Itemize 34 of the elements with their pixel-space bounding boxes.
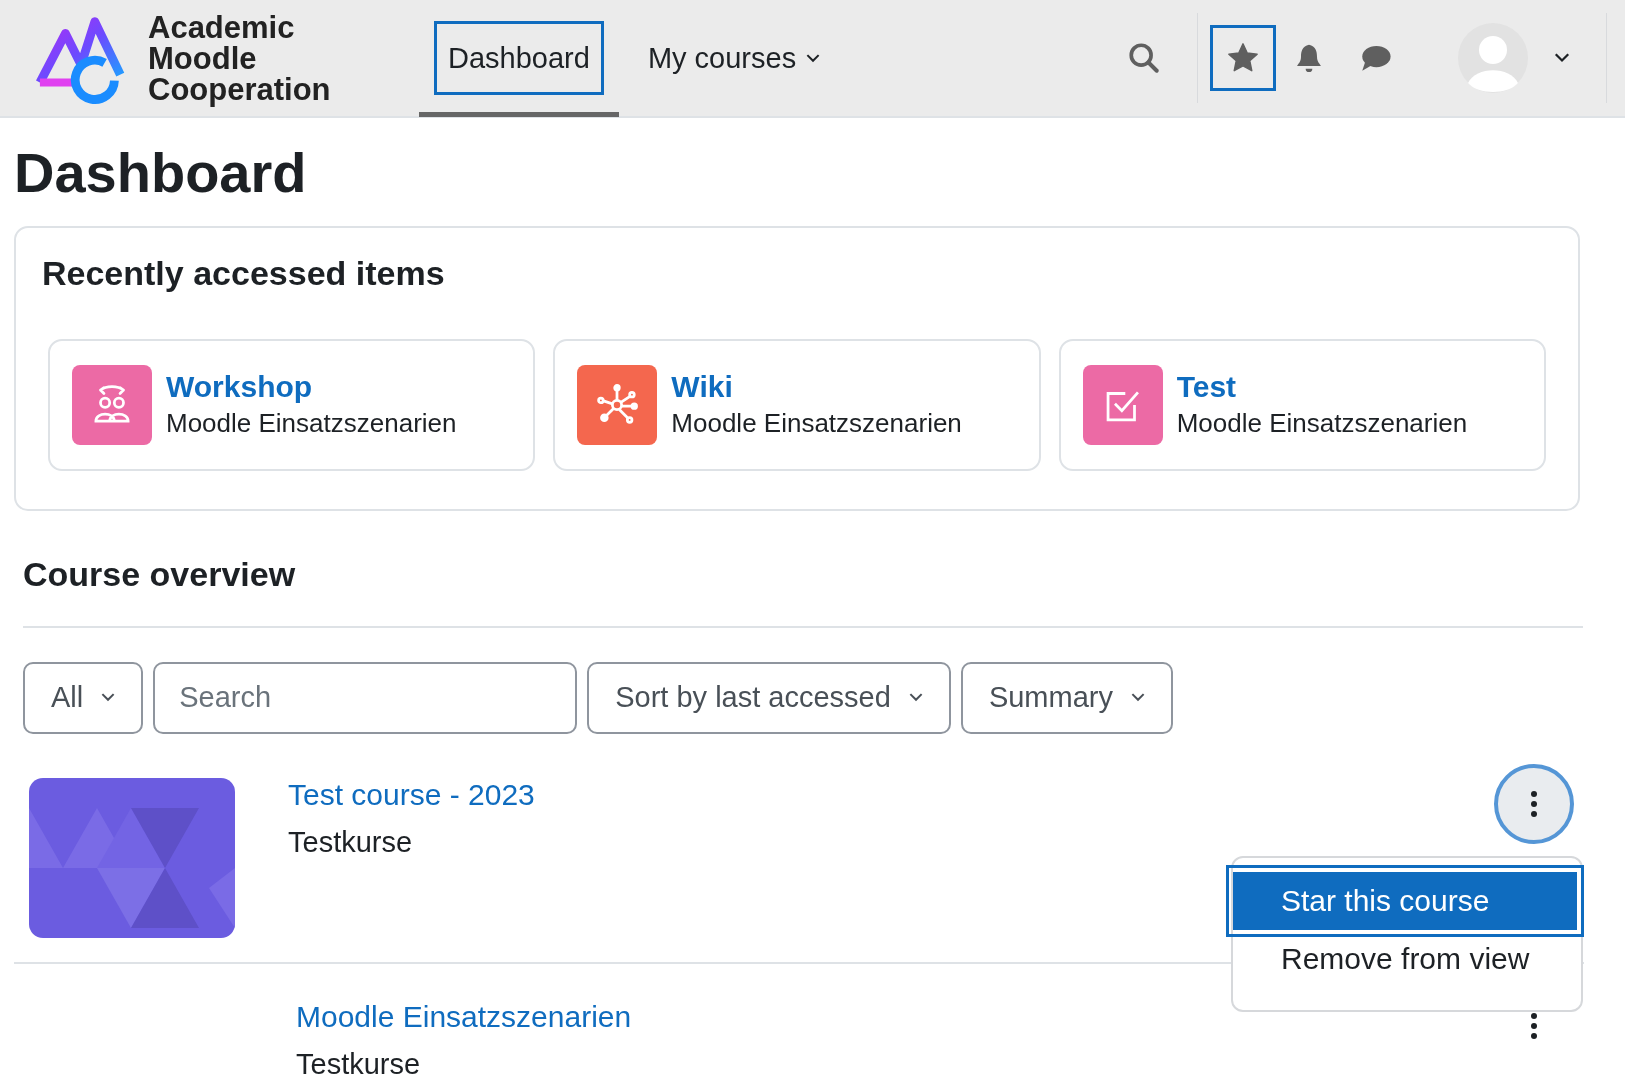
menu-item[interactable]: Star this course	[1233, 871, 1577, 930]
nav-tab[interactable]: My courses	[625, 0, 843, 117]
activity-link[interactable]: Test	[1176, 370, 1468, 405]
course-category: Testkurse	[296, 1047, 422, 1081]
section-title: Recently accessed items	[42, 253, 446, 293]
activity-link[interactable]: Wiki	[671, 370, 962, 405]
starred-button[interactable]	[1210, 25, 1276, 91]
caret-icon	[908, 693, 923, 703]
course-category: Testkurse	[288, 825, 414, 859]
caret-icon	[806, 53, 821, 63]
recent-item-card[interactable]: Test Moodle Einsatzszenarien	[1058, 338, 1546, 471]
search-icon	[1127, 41, 1161, 75]
filter-dropdown[interactable]: Summary	[960, 661, 1173, 734]
course-name: Moodle Einsatzszenarien	[1176, 408, 1468, 440]
caret-icon[interactable]	[1554, 53, 1570, 63]
section-title: Course overview	[23, 554, 297, 594]
course-name: Moodle Einsatzszenarien	[671, 408, 962, 440]
caret-icon	[101, 693, 116, 703]
page-title: Dashboard	[14, 142, 308, 204]
activity-link[interactable]: Workshop	[166, 370, 457, 405]
filter-dropdown[interactable]: Sort by last accessed	[587, 661, 951, 734]
recent-item-card[interactable]: Wiki Moodle Einsatzszenarien	[553, 338, 1041, 471]
recent-item-card[interactable]: Workshop Moodle Einsatzszenarien	[48, 338, 536, 471]
search-field[interactable]: Search	[153, 661, 578, 734]
course-link[interactable]: Test course - 2023	[288, 777, 535, 812]
brand-name: Academic Moodle Cooperation	[148, 11, 331, 105]
course-name: Moodle Einsatzszenarien	[166, 408, 457, 440]
kebab-icon	[1530, 789, 1538, 818]
nav-tab[interactable]: Dashboard	[412, 0, 626, 117]
course-link[interactable]: Moodle Einsatzszenarien	[296, 999, 632, 1034]
caret-icon	[1130, 693, 1145, 703]
filter-dropdown[interactable]: All	[23, 661, 144, 734]
kebab-icon	[1530, 1011, 1538, 1040]
menu-item[interactable]: Remove from view	[1233, 929, 1581, 988]
